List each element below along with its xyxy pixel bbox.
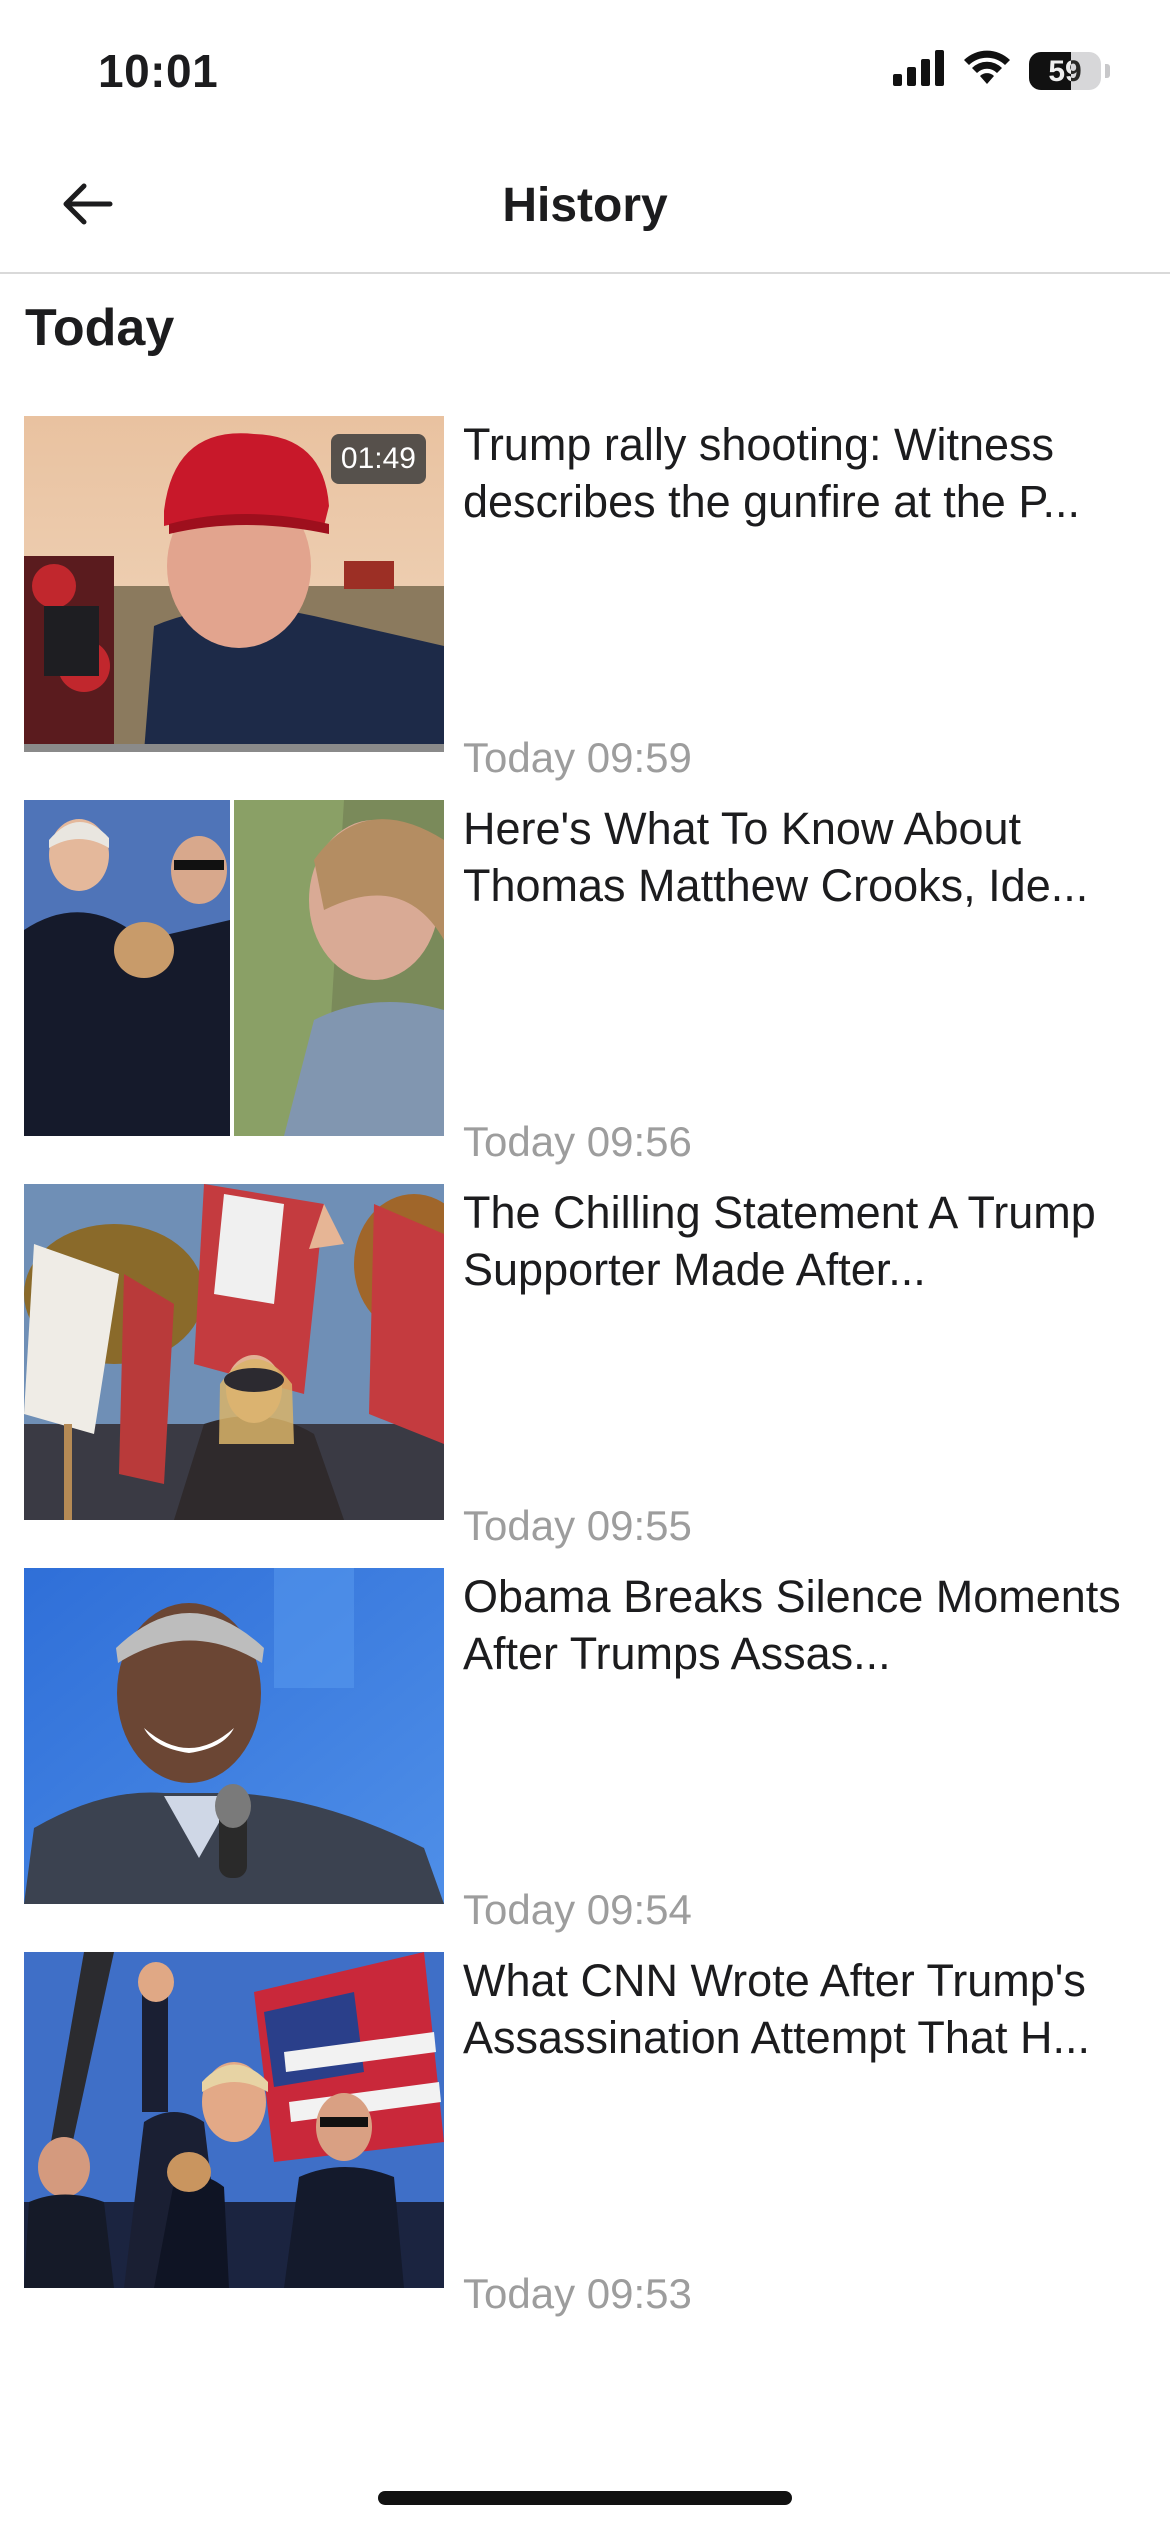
item-timestamp: Today 09:54 — [463, 1886, 692, 1933]
nav-header: History — [0, 140, 1170, 274]
item-title: Here's What To Know About Thomas Matthew… — [463, 803, 1089, 911]
section-title-today: Today — [25, 299, 175, 357]
item-title: Trump rally shooting: Witness describes … — [463, 419, 1081, 527]
history-item[interactable]: What CNN Wrote After Trump's Assassinati… — [0, 1952, 1170, 2336]
battery-icon: 59 — [1029, 51, 1101, 90]
battery-level: 59 — [1048, 54, 1082, 88]
item-title: The Chilling Statement A Trump Supporter… — [463, 1187, 1096, 1295]
video-thumbnail: 01:49 — [24, 416, 444, 752]
article-thumbnail — [24, 1568, 444, 1904]
article-thumbnail — [24, 1952, 444, 2288]
battery-cap — [1105, 63, 1110, 78]
duration-badge: 01:49 — [330, 434, 426, 484]
status-bar: 10:01 59 — [0, 0, 1170, 140]
item-timestamp: Today 09:55 — [463, 1502, 692, 1549]
history-list: 01:49 Trump rally shooting: Witness desc… — [0, 416, 1170, 2336]
item-title: Obama Breaks Silence Moments After Trump… — [463, 1571, 1121, 1679]
history-item[interactable]: 01:49 Trump rally shooting: Witness desc… — [0, 416, 1170, 800]
item-timestamp: Today 09:53 — [463, 2270, 692, 2317]
home-indicator[interactable] — [378, 2491, 792, 2505]
cellular-signal-icon — [893, 50, 945, 91]
watch-progress-bar — [24, 744, 444, 752]
item-title: What CNN Wrote After Trump's Assassinati… — [463, 1955, 1090, 2063]
wifi-icon — [963, 50, 1011, 91]
article-thumbnail — [24, 1184, 444, 1520]
article-thumbnail — [24, 800, 444, 1136]
history-item[interactable]: Obama Breaks Silence Moments After Trump… — [0, 1568, 1170, 1952]
item-timestamp: Today 09:59 — [463, 734, 692, 781]
page-title: History — [502, 179, 668, 232]
status-time: 10:01 — [98, 45, 219, 97]
status-icons: 59 — [893, 50, 1110, 91]
history-item[interactable]: The Chilling Statement A Trump Supporter… — [0, 1184, 1170, 1568]
item-timestamp: Today 09:56 — [463, 1118, 692, 1165]
history-item[interactable]: Here's What To Know About Thomas Matthew… — [0, 800, 1170, 1184]
